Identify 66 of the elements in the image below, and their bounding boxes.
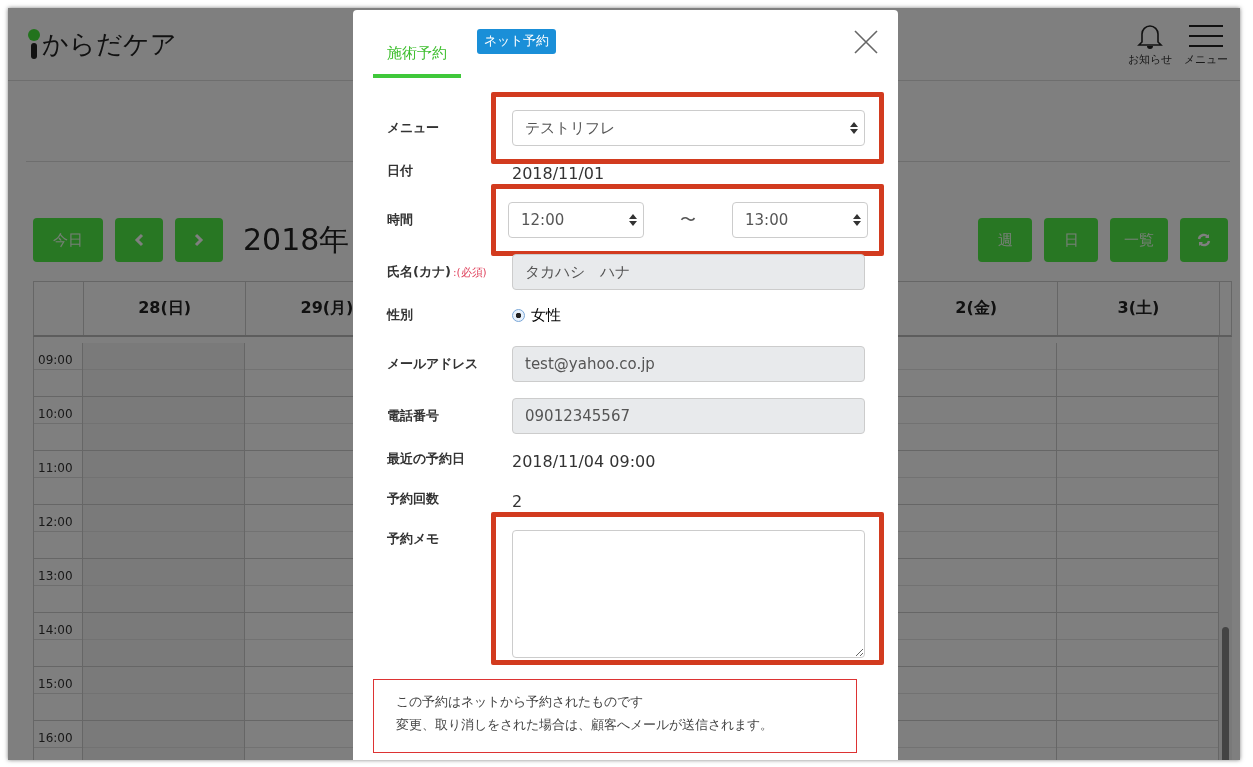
updown-icon <box>629 213 637 227</box>
time-cell: 11:00 <box>33 451 82 505</box>
range-separator: 〜 <box>680 209 696 231</box>
calendar-cell[interactable] <box>82 721 245 760</box>
radio-button[interactable] <box>512 309 525 322</box>
calendar-cell[interactable] <box>1055 613 1219 667</box>
calendar-title: 2018年 <box>243 220 350 259</box>
source-badge: ネット予約 <box>477 28 556 54</box>
calendar-cell[interactable] <box>82 505 245 559</box>
calendar-cell[interactable] <box>82 559 245 613</box>
field-label: 電話番号 <box>387 407 439 425</box>
time-cell: 10:00 <box>33 397 82 451</box>
calendar-cell[interactable] <box>82 397 245 451</box>
notice-text: この予約はネットから予約されたものです <box>396 694 644 711</box>
refresh-button[interactable] <box>1180 218 1228 262</box>
updown-icon <box>853 213 861 227</box>
calendar-cell[interactable] <box>1055 451 1219 505</box>
close-icon <box>854 30 878 54</box>
updown-icon <box>850 121 858 135</box>
field-label: 予約回数 <box>387 490 439 508</box>
time-cell: 12:00 <box>33 505 82 559</box>
notifications-button[interactable]: お知らせ <box>1128 21 1172 67</box>
calendar-cell[interactable] <box>1055 721 1219 760</box>
tab[interactable]: 施術予約 <box>373 10 461 78</box>
chevron-right-icon <box>194 233 204 247</box>
calendar-cell[interactable] <box>1055 667 1219 721</box>
calendar-cell[interactable] <box>82 451 245 505</box>
end-time-select[interactable]: 13:00 <box>732 202 868 238</box>
field-label: 最近の予約日 <box>387 450 465 468</box>
required-note: :(必須) <box>452 266 487 280</box>
calendar-cell[interactable] <box>82 343 245 397</box>
calendar-cell[interactable] <box>1055 505 1219 559</box>
field-value: 2 <box>512 492 523 511</box>
menu-select[interactable]: テストリフレ <box>512 110 865 146</box>
calendar-cell[interactable] <box>82 667 245 721</box>
calendar-cell[interactable] <box>1055 343 1219 397</box>
time-cell: 13:00 <box>33 559 82 613</box>
scrollbar-thumb[interactable] <box>1222 627 1229 760</box>
field-label: メールアドレス <box>387 355 478 373</box>
next-button[interactable] <box>175 218 223 262</box>
calendar-cell[interactable] <box>82 613 245 667</box>
menu-button[interactable]: メニュー <box>1184 21 1228 67</box>
calendar-cell[interactable] <box>1055 397 1219 451</box>
notice-text: 変更、取り消しをされた場合は、顧客へメールが送信されます。 <box>396 717 774 734</box>
field-label: メニュー <box>387 119 439 137</box>
calendar-cell[interactable] <box>1055 559 1219 613</box>
radio-label: 女性 <box>531 306 561 325</box>
field-label: 時間 <box>387 211 413 229</box>
field-label: 日付 <box>387 162 413 180</box>
start-time-select[interactable]: 12:00 <box>508 202 644 238</box>
time-cell: 16:00 <box>33 721 82 760</box>
chevron-left-icon <box>134 233 144 247</box>
field-value: 2018/11/01 <box>512 164 605 183</box>
field-label: 予約メモ <box>387 530 439 548</box>
logo-icon <box>28 29 40 59</box>
refresh-icon <box>1197 233 1211 247</box>
time-cell: 14:00 <box>33 613 82 667</box>
time-cell: 09:00 <box>33 343 82 397</box>
time-cell: 15:00 <box>33 667 82 721</box>
previous-button[interactable] <box>115 218 163 262</box>
field-value: 2018/11/04 09:00 <box>512 452 656 471</box>
memo-field[interactable] <box>512 530 865 658</box>
logo-text: からだケア <box>42 27 177 61</box>
day-header: 3(土) <box>1056 282 1220 335</box>
field-label: 氏名(カナ) <box>387 263 451 281</box>
day-header: 28(日) <box>83 282 246 335</box>
